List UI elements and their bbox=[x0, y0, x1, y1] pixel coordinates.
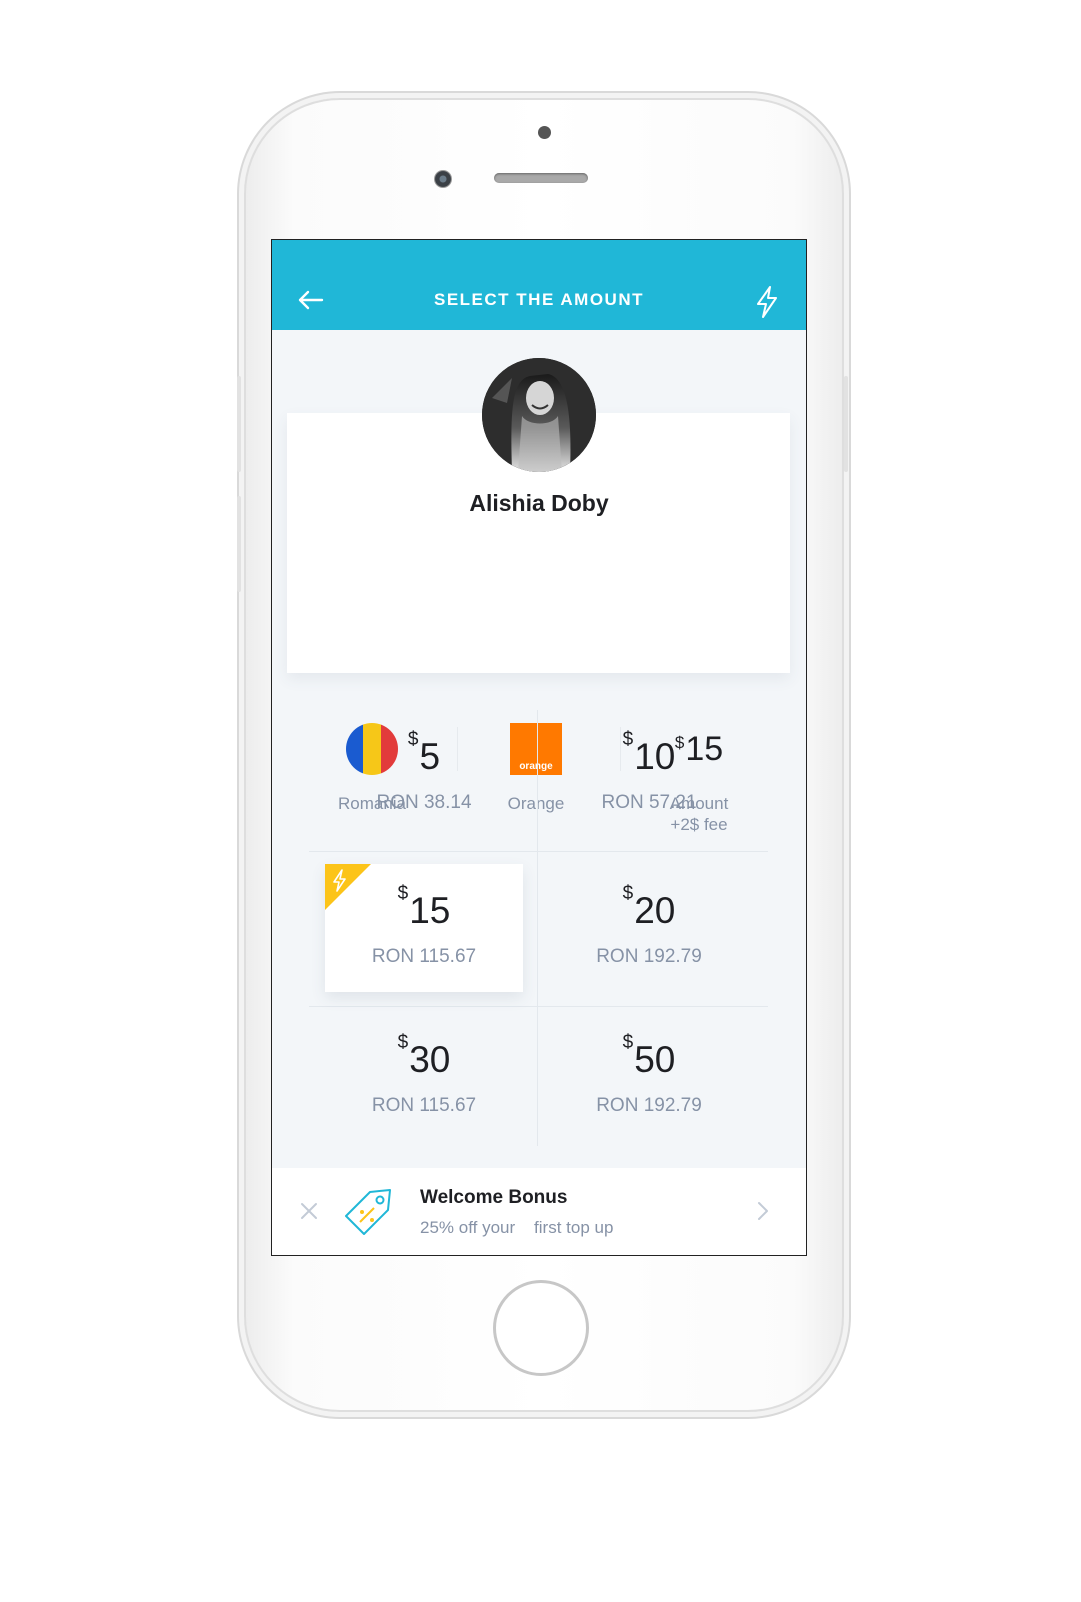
option-local-price: RON 57.21 bbox=[601, 792, 697, 813]
option-local-price: RON 115.67 bbox=[371, 1095, 477, 1116]
avatar bbox=[482, 358, 596, 472]
home-button[interactable] bbox=[493, 1280, 589, 1376]
price-tag-icon bbox=[345, 1189, 391, 1235]
option-value: 50 bbox=[634, 1039, 676, 1080]
option-value: 20 bbox=[634, 890, 676, 931]
grid-divider-vertical bbox=[537, 710, 538, 1146]
option-local-price: RON 38.14 bbox=[376, 792, 472, 813]
option-value: 30 bbox=[409, 1039, 451, 1080]
close-bonus-button[interactable] bbox=[298, 1200, 320, 1222]
currency-symbol: $ bbox=[397, 1032, 409, 1053]
option-value: 5 bbox=[419, 736, 441, 777]
grid-divider-horizontal bbox=[309, 1006, 768, 1007]
avatar-photo bbox=[482, 358, 596, 472]
amount-option-selected[interactable]: $15 RON 115.67 bbox=[325, 864, 523, 992]
option-amount: $20 bbox=[550, 883, 748, 932]
earpiece-speaker bbox=[494, 173, 588, 183]
option-value: 15 bbox=[409, 890, 451, 931]
amount-option[interactable]: $30 RON 115.67 bbox=[325, 1013, 523, 1141]
currency-symbol: $ bbox=[622, 883, 634, 904]
option-amount: $30 bbox=[325, 1032, 523, 1081]
currency-symbol: $ bbox=[622, 1032, 634, 1053]
app-screen: SELECT THE AMOUNT Romania orange Orange … bbox=[271, 239, 807, 1256]
option-value: 10 bbox=[634, 736, 676, 777]
option-local-price: RON 192.79 bbox=[596, 946, 702, 967]
top-bar: SELECT THE AMOUNT bbox=[272, 240, 806, 330]
volume-down-button bbox=[237, 496, 241, 592]
lightning-icon bbox=[757, 286, 777, 318]
lightning-badge-icon bbox=[325, 864, 371, 910]
proximity-sensor bbox=[538, 126, 551, 139]
option-amount: $50 bbox=[550, 1032, 748, 1081]
close-icon bbox=[301, 1203, 317, 1219]
bonus-description: 25% off your first top up bbox=[420, 1218, 614, 1237]
currency-symbol: $ bbox=[622, 729, 634, 750]
amount-option[interactable]: $10 RON 57.21 bbox=[550, 710, 748, 838]
contact-name: Alishia Doby bbox=[469, 490, 609, 516]
option-local-price: RON 192.79 bbox=[596, 1095, 702, 1116]
option-amount: $5 bbox=[325, 729, 523, 778]
front-camera bbox=[434, 170, 452, 188]
welcome-bonus-banner[interactable]: Welcome Bonus 25% off your first top up bbox=[272, 1168, 806, 1255]
volume-up-button bbox=[237, 376, 241, 472]
power-button bbox=[844, 376, 848, 472]
currency-symbol: $ bbox=[397, 883, 409, 904]
amount-option[interactable]: $20 RON 192.79 bbox=[550, 864, 748, 992]
bonus-open-button[interactable] bbox=[754, 1199, 772, 1223]
bonus-title: Welcome Bonus bbox=[420, 1187, 568, 1208]
option-amount: $10 bbox=[550, 729, 748, 778]
flash-button[interactable] bbox=[750, 284, 784, 320]
grid-divider-horizontal bbox=[309, 851, 768, 852]
chevron-right-icon bbox=[758, 1202, 768, 1220]
option-local-price: RON 115.67 bbox=[371, 946, 477, 967]
currency-symbol: $ bbox=[407, 729, 419, 750]
page-title: SELECT THE AMOUNT bbox=[434, 290, 644, 309]
amount-option[interactable]: $50 RON 192.79 bbox=[550, 1013, 748, 1141]
amount-option[interactable]: $5 RON 38.14 bbox=[325, 710, 523, 838]
